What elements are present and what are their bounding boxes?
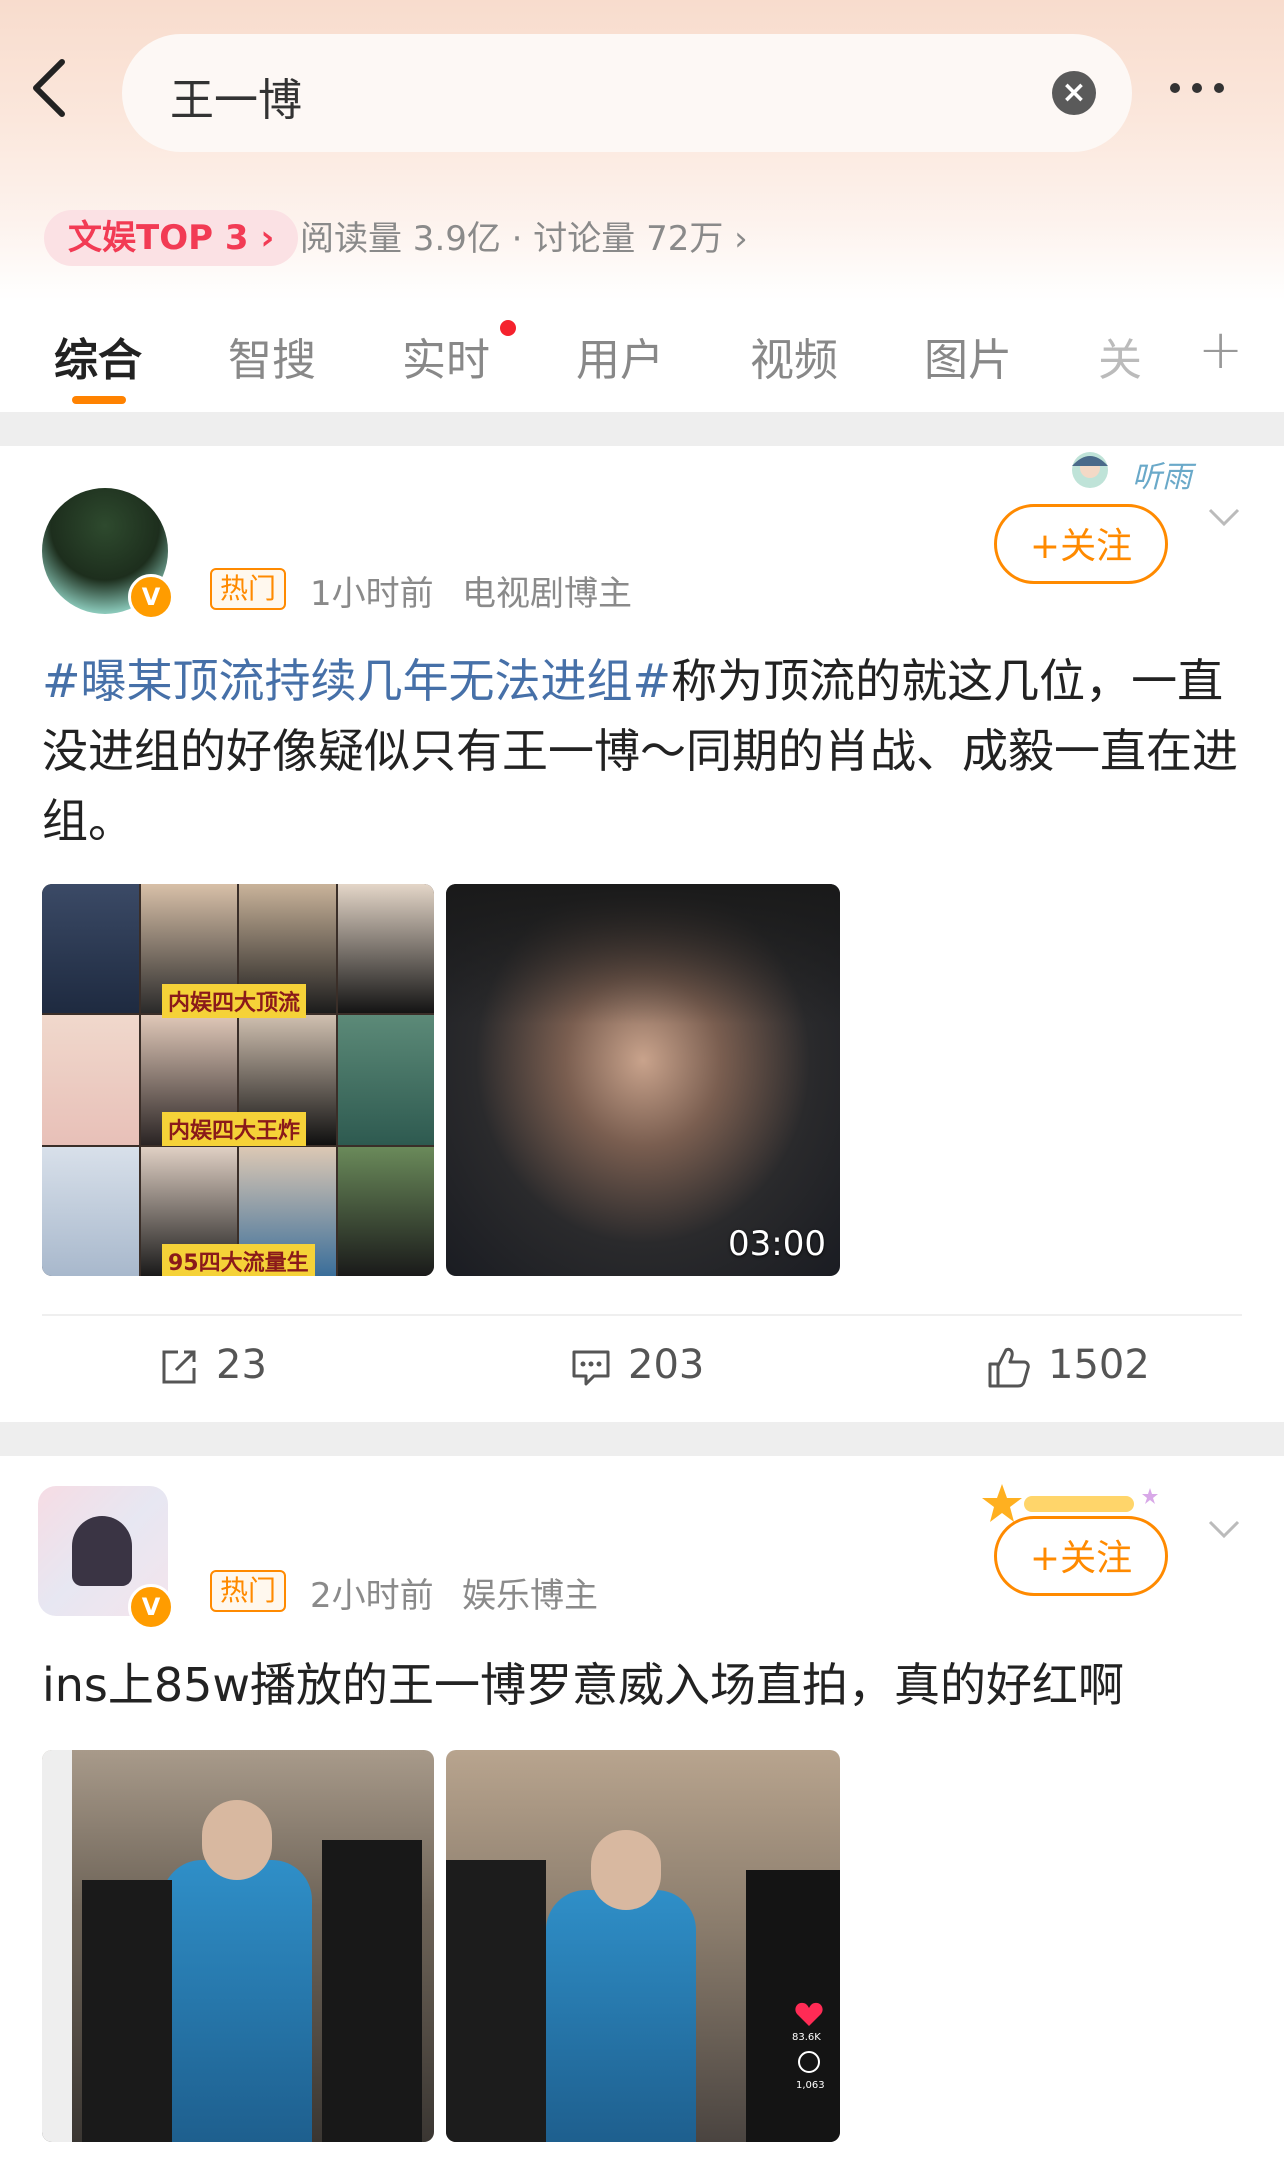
hashtag-link[interactable]: #曝某顶流持续几年无法进组# xyxy=(42,654,671,708)
thumbnail xyxy=(337,884,434,1014)
image-caption: 95四大流量生 xyxy=(162,1244,315,1276)
face-shape xyxy=(591,1830,661,1910)
figure-shape xyxy=(322,1840,422,2142)
thumbnail xyxy=(337,1015,434,1145)
author-role: 娱乐博主 xyxy=(462,1576,598,1616)
tab-bar: 综合 智搜 实时 用户 视频 图片 关 xyxy=(0,312,1284,404)
thumbnail xyxy=(337,1146,434,1276)
tab-related[interactable]: 关 xyxy=(1098,324,1142,388)
comment-button[interactable]: 203 xyxy=(570,1342,704,1388)
thumbnail xyxy=(42,1015,139,1145)
search-query: 王一博 xyxy=(170,75,302,126)
topic-stats[interactable]: 阅读量 3.9亿 · 讨论量 72万 › xyxy=(300,214,748,264)
active-tab-indicator xyxy=(72,396,126,404)
tab-videos[interactable]: 视频 xyxy=(750,324,838,388)
add-tab-icon[interactable]: + xyxy=(1198,318,1243,381)
section-divider xyxy=(0,1422,1284,1456)
share-button[interactable]: 23 xyxy=(158,1342,267,1388)
search-input[interactable]: 王一博 × xyxy=(122,34,1132,152)
chevron-down-icon[interactable] xyxy=(1206,506,1242,530)
hot-tag: 热门 xyxy=(210,568,287,610)
image-border xyxy=(42,1750,72,2142)
tab-realtime[interactable]: 实时 xyxy=(402,324,490,388)
comment-icon xyxy=(572,1350,610,1386)
section-divider xyxy=(0,412,1284,446)
like-count: 1502 xyxy=(1048,1342,1150,1388)
top-rank-badge[interactable]: 文娱TOP 3 › xyxy=(44,210,299,266)
jacket-shape xyxy=(162,1860,312,2142)
thumbnail xyxy=(42,1146,139,1276)
more-options-button[interactable] xyxy=(1170,78,1240,108)
back-button[interactable] xyxy=(28,58,78,128)
tab-smart-search[interactable]: 智搜 xyxy=(228,324,316,388)
hot-tag: 热门 xyxy=(210,1570,287,1612)
post-time: 1小时前 xyxy=(310,574,434,614)
figure-shape xyxy=(446,1860,546,2142)
video-duration: 03:00 xyxy=(728,1224,826,1264)
figure-shape xyxy=(746,1870,840,2142)
chevron-down-icon[interactable] xyxy=(1206,1518,1242,1542)
figure-shape xyxy=(82,1880,172,2142)
post-body: ins上85w播放的王一博罗意威入场直拍，真的好红啊 xyxy=(42,1658,1125,1712)
comment-count: 203 xyxy=(628,1342,705,1388)
dot-icon xyxy=(1214,83,1224,93)
post-image[interactable]: 83.6K 1,063 xyxy=(446,1750,840,2142)
overlay-comment-count: 1,063 xyxy=(796,2080,825,2091)
close-circle-icon[interactable]: × xyxy=(1052,71,1096,115)
tab-images[interactable]: 图片 xyxy=(924,324,1012,388)
image-caption: 内娱四大顶流 xyxy=(162,984,307,1018)
notification-dot xyxy=(500,320,516,336)
overlay-like-count: 83.6K xyxy=(792,2032,821,2043)
post-video-thumbnail[interactable]: 03:00 xyxy=(446,884,840,1276)
share-count: 23 xyxy=(216,1342,267,1388)
dot-icon xyxy=(1170,83,1180,93)
chevron-left-icon xyxy=(33,59,65,117)
verified-badge-icon: V xyxy=(128,574,174,620)
image-caption: 内娱四大王炸 xyxy=(162,1112,307,1146)
face-shape xyxy=(202,1800,272,1880)
like-button[interactable]: 1502 xyxy=(986,1342,1150,1390)
tab-comprehensive[interactable]: 综合 xyxy=(54,324,142,388)
heart-icon xyxy=(795,2002,823,2026)
video-shade xyxy=(446,884,840,1024)
post-time: 2小时前 xyxy=(310,1576,434,1616)
dot-icon xyxy=(1192,83,1202,93)
verified-badge-icon: V xyxy=(128,1584,174,1630)
post-image-collage[interactable]: 内娱四大顶流 内娱四大王炸 95四大流量生 xyxy=(42,884,434,1276)
post-image[interactable] xyxy=(42,1750,434,2142)
post-body: #曝某顶流持续几年无法进组#称为顶流的就这几位，一直没进组的好像疑似只有王一博～… xyxy=(42,646,1252,856)
thumbnail xyxy=(42,884,139,1014)
share-icon xyxy=(162,1350,196,1384)
comment-bubble-icon xyxy=(798,2051,820,2073)
decoration-sticker: 听雨 xyxy=(1060,446,1200,506)
character-sticker-icon xyxy=(1072,452,1108,488)
author-role: 电视剧博主 xyxy=(462,574,632,614)
divider-line xyxy=(42,1314,1242,1316)
follow-button[interactable]: +关注 xyxy=(994,504,1168,584)
avatar-figure xyxy=(72,1516,132,1586)
jacket-shape xyxy=(546,1890,696,2142)
thumbs-up-icon xyxy=(988,1347,1030,1388)
follow-button[interactable]: +关注 xyxy=(994,1516,1168,1596)
tab-users[interactable]: 用户 xyxy=(576,324,664,388)
